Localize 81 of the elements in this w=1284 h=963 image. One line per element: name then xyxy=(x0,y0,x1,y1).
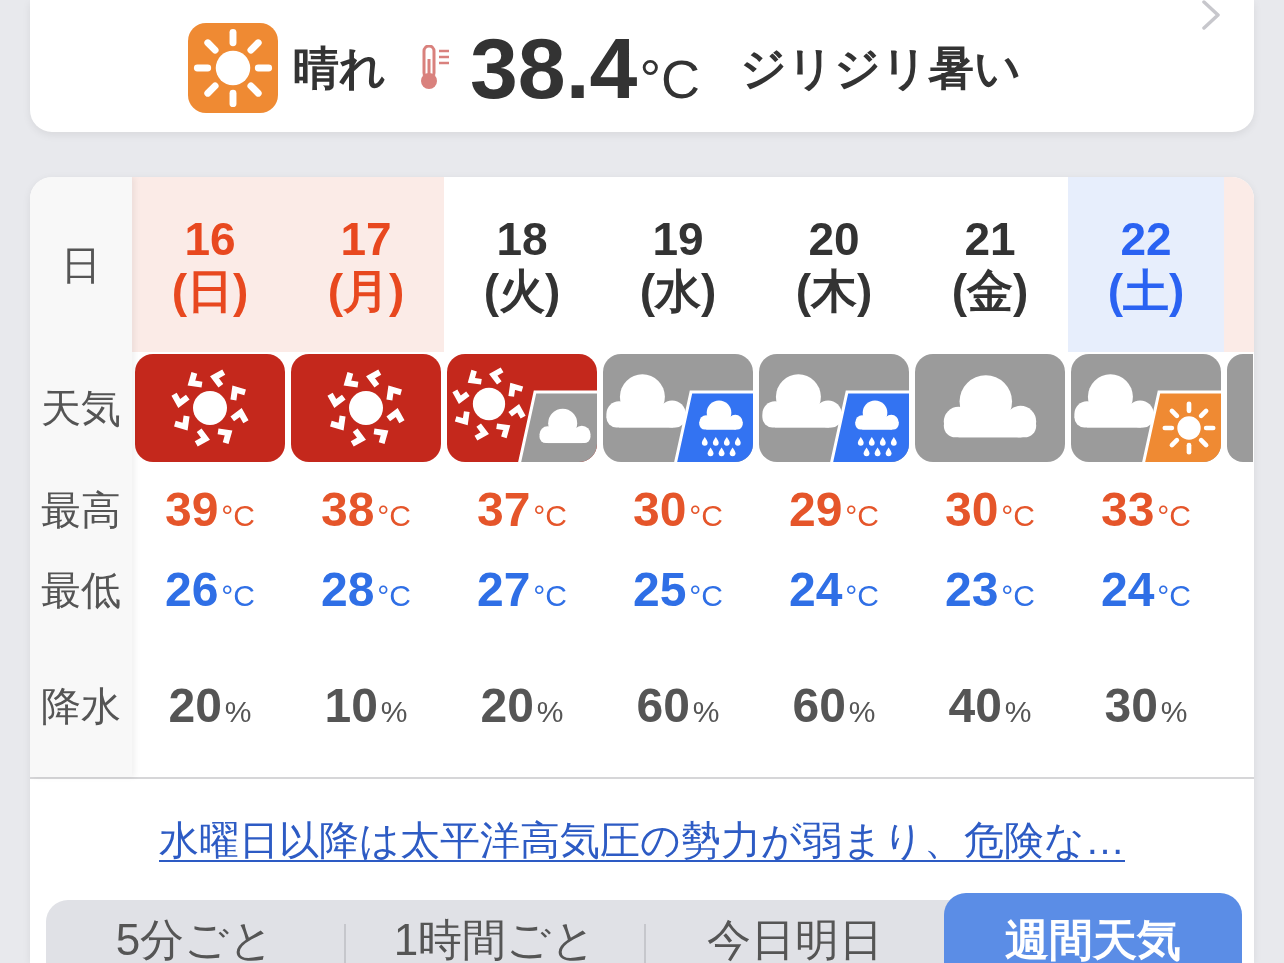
weekday-label: (水) xyxy=(639,264,717,317)
high-temperature: 38 xyxy=(320,486,375,534)
hot-sun-cloud-icon xyxy=(447,354,597,462)
unit-label: °C xyxy=(689,581,724,611)
high-temperature: 29 xyxy=(788,486,843,534)
current-weather-card[interactable]: 晴れ 38.4°C ジリジリ暑い xyxy=(30,0,1254,132)
unit-label: % xyxy=(848,696,876,727)
low-temperature: 23 xyxy=(944,566,999,614)
temperature-reading: 38.4 xyxy=(470,25,638,111)
unit-label: °C xyxy=(1157,501,1192,531)
unit-label: °C xyxy=(689,501,724,531)
row-label: 降水 xyxy=(41,685,121,726)
cloud-sun-icon xyxy=(1071,354,1221,462)
sun-icon xyxy=(188,23,278,113)
high-temperature: 37 xyxy=(476,486,531,534)
date-label: 17 xyxy=(340,212,392,265)
high-temperature: 39 xyxy=(164,486,219,534)
low-temperature: 25 xyxy=(632,566,687,614)
date-label: 16 xyxy=(184,212,236,265)
precipitation-chance: 40 xyxy=(948,681,1002,730)
precipitation-chance: 20 xyxy=(168,681,222,730)
unit-label: % xyxy=(692,696,720,727)
precipitation-chance: 30 xyxy=(1104,681,1158,730)
unit-label: °C xyxy=(221,501,256,531)
condition-label: 晴れ xyxy=(293,45,386,91)
unit-label: °C xyxy=(377,501,412,531)
unit-label: % xyxy=(224,696,252,727)
date-label: 18 xyxy=(496,212,548,265)
unit-label: °C xyxy=(845,581,880,611)
precipitation-chance: 60 xyxy=(636,681,690,730)
high-temperature: 30 xyxy=(632,486,687,534)
high-temperature: 33 xyxy=(1100,486,1155,534)
row-label: 日 xyxy=(61,244,101,285)
unit-label: °C xyxy=(1157,581,1192,611)
row-label: 最高 xyxy=(41,490,121,530)
unit-label: % xyxy=(536,696,564,727)
weekday-label: (日) xyxy=(171,264,249,317)
low-temperature: 24 xyxy=(788,566,843,614)
cloud-icon xyxy=(915,354,1065,462)
low-temperature: 26 xyxy=(164,566,219,614)
weather-icon xyxy=(1227,354,1253,462)
unit-label: °C xyxy=(845,501,880,531)
precipitation-chance: 20 xyxy=(480,681,534,730)
date-label: 20 xyxy=(808,212,860,265)
weekday-label: (土) xyxy=(1107,264,1185,317)
precipitation-chance: 10 xyxy=(324,681,378,730)
unit-label: °C xyxy=(1001,501,1036,531)
hot-sun-icon xyxy=(291,354,441,462)
unit-label: °C xyxy=(533,581,568,611)
low-temperature: 28 xyxy=(320,566,375,614)
unit-label: °C xyxy=(533,501,568,531)
thermometer-icon xyxy=(418,45,452,91)
unit-label: % xyxy=(380,696,408,727)
high-temperature: 30 xyxy=(944,486,999,534)
weekday-label: (月) xyxy=(327,264,405,317)
unit-label: °C xyxy=(1001,581,1036,611)
date-label: 22 xyxy=(1120,212,1172,265)
low-temperature: 27 xyxy=(476,566,531,614)
tab[interactable]: 5分ごと xyxy=(46,900,344,963)
date-label: 19 xyxy=(652,212,704,265)
unit-label: °C xyxy=(639,52,700,106)
hot-sun-icon xyxy=(135,354,285,462)
tab[interactable]: 1時間ごと xyxy=(346,900,644,963)
cloud-rain-icon xyxy=(759,354,909,462)
unit-label: °C xyxy=(221,581,256,611)
weekday-label: (火) xyxy=(483,264,561,317)
forecast-link[interactable]: 水曜日以降は太平洋高気圧の勢力が弱まり、危険な… xyxy=(159,816,1125,864)
date-label: 21 xyxy=(964,212,1016,265)
unit-label: % xyxy=(1004,696,1032,727)
precipitation-chance: 60 xyxy=(792,681,846,730)
unit-label: % xyxy=(1160,696,1188,727)
row-label: 最低 xyxy=(41,570,121,610)
low-temperature: 24 xyxy=(1100,566,1155,614)
tab[interactable]: 週間天気 xyxy=(944,893,1242,963)
weekday-label: (木) xyxy=(795,264,873,317)
cloud-rain-icon xyxy=(603,354,753,462)
weekday-label: (金) xyxy=(951,264,1029,317)
tab[interactable]: 今日明日 xyxy=(646,900,944,963)
feel-label: ジリジリ暑い xyxy=(740,45,1021,91)
row-label: 天気 xyxy=(41,388,121,428)
unit-label: °C xyxy=(377,581,412,611)
